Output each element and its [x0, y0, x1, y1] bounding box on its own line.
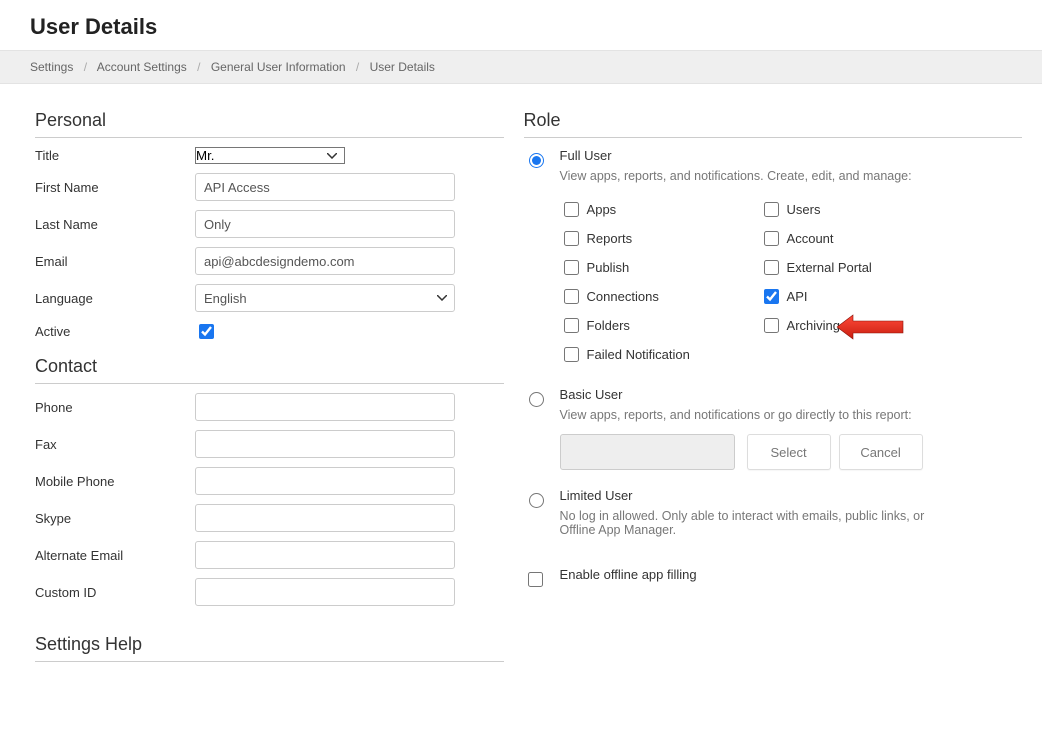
perm-publish-label: Publish [587, 260, 630, 275]
perm-failed-label: Failed Notification [587, 347, 690, 362]
role-offline: Enable offline app filling [524, 567, 1022, 590]
perm-archiving-checkbox[interactable] [764, 318, 779, 333]
perm-apps-label: Apps [587, 202, 617, 217]
breadcrumb-separator: / [84, 60, 87, 74]
phone-input[interactable] [195, 393, 455, 421]
breadcrumb-account-settings[interactable]: Account Settings [97, 60, 187, 74]
alternate-email-input[interactable] [195, 541, 455, 569]
label-alt-email: Alternate Email [35, 548, 195, 563]
email-input[interactable] [195, 247, 455, 275]
perm-folders-label: Folders [587, 318, 630, 333]
label-first-name: First Name [35, 180, 195, 195]
label-email: Email [35, 254, 195, 269]
row-first-name: First Name [35, 173, 504, 201]
breadcrumb: Settings / Account Settings / General Us… [0, 50, 1042, 84]
breadcrumb-separator: / [197, 60, 200, 74]
language-select[interactable]: English [195, 284, 455, 312]
perm-failed-checkbox[interactable] [564, 347, 579, 362]
perm-apps-checkbox[interactable] [564, 202, 579, 217]
breadcrumb-separator: / [356, 60, 359, 74]
role-desc-full: View apps, reports, and notifications. C… [560, 169, 1022, 183]
section-personal: Personal [35, 110, 504, 138]
label-title: Title [35, 148, 195, 163]
mobile-phone-input[interactable] [195, 467, 455, 495]
section-settings-help: Settings Help [35, 634, 504, 662]
first-name-input[interactable] [195, 173, 455, 201]
perm-publish-checkbox[interactable] [564, 260, 579, 275]
radio-full-user[interactable] [529, 153, 544, 168]
perm-reports-checkbox[interactable] [564, 231, 579, 246]
perm-archiving-label: Archiving [787, 318, 840, 333]
perm-portal-checkbox[interactable] [764, 260, 779, 275]
row-language: Language English [35, 284, 504, 312]
breadcrumb-general-user-info[interactable]: General User Information [211, 60, 346, 74]
row-active: Active [35, 321, 504, 342]
perm-account-label: Account [787, 231, 834, 246]
content: Personal Title Mr. First Name Last N [0, 84, 1042, 686]
offline-label: Enable offline app filling [560, 567, 1022, 582]
row-email: Email [35, 247, 504, 275]
permissions-grid: Apps Reports Publish Connections Folders… [560, 195, 1022, 369]
section-contact: Contact [35, 356, 504, 384]
radio-basic-user[interactable] [529, 392, 544, 407]
role-basic-user: Basic User View apps, reports, and notif… [524, 387, 1022, 470]
label-mobile: Mobile Phone [35, 474, 195, 489]
perm-users-checkbox[interactable] [764, 202, 779, 217]
label-language: Language [35, 291, 195, 306]
offline-checkbox[interactable] [528, 572, 543, 587]
last-name-input[interactable] [195, 210, 455, 238]
radio-limited-user[interactable] [529, 493, 544, 508]
select-button[interactable]: Select [747, 434, 831, 470]
active-checkbox[interactable] [199, 324, 214, 339]
left-column: Personal Title Mr. First Name Last N [35, 96, 504, 666]
role-full-user: Full User View apps, reports, and notifi… [524, 148, 1022, 369]
right-column: Role Full User View apps, reports, and n… [524, 96, 1022, 666]
perm-portal-label: External Portal [787, 260, 872, 275]
basic-report-input[interactable] [560, 434, 735, 470]
perm-reports-label: Reports [587, 231, 633, 246]
perm-users-label: Users [787, 202, 821, 217]
perm-col-1: Apps Reports Publish Connections Folders… [560, 195, 760, 369]
row-last-name: Last Name [35, 210, 504, 238]
custom-id-input[interactable] [195, 578, 455, 606]
role-name-full: Full User [560, 148, 1022, 163]
breadcrumb-user-details: User Details [370, 60, 435, 74]
perm-account-checkbox[interactable] [764, 231, 779, 246]
perm-folders-checkbox[interactable] [564, 318, 579, 333]
role-name-basic: Basic User [560, 387, 1022, 402]
skype-input[interactable] [195, 504, 455, 532]
perm-api-label: API [787, 289, 808, 304]
perm-col-2: Users Account External Portal API Archiv… [760, 195, 960, 369]
page-title: User Details [0, 0, 1042, 50]
role-desc-basic: View apps, reports, and notifications or… [560, 408, 1022, 422]
row-title: Title Mr. [35, 147, 504, 164]
perm-api-checkbox[interactable] [764, 289, 779, 304]
title-select[interactable]: Mr. [195, 147, 345, 164]
label-last-name: Last Name [35, 217, 195, 232]
label-custom-id: Custom ID [35, 585, 195, 600]
role-name-limited: Limited User [560, 488, 1022, 503]
perm-connections-label: Connections [587, 289, 659, 304]
page: User Details Settings / Account Settings… [0, 0, 1042, 738]
perm-connections-checkbox[interactable] [564, 289, 579, 304]
fax-input[interactable] [195, 430, 455, 458]
role-desc-limited: No log in allowed. Only able to interact… [560, 509, 940, 537]
label-active: Active [35, 324, 195, 339]
cancel-button[interactable]: Cancel [839, 434, 923, 470]
label-skype: Skype [35, 511, 195, 526]
label-fax: Fax [35, 437, 195, 452]
role-limited-user: Limited User No log in allowed. Only abl… [524, 488, 1022, 549]
label-phone: Phone [35, 400, 195, 415]
section-role: Role [524, 110, 1022, 138]
breadcrumb-settings[interactable]: Settings [30, 60, 73, 74]
